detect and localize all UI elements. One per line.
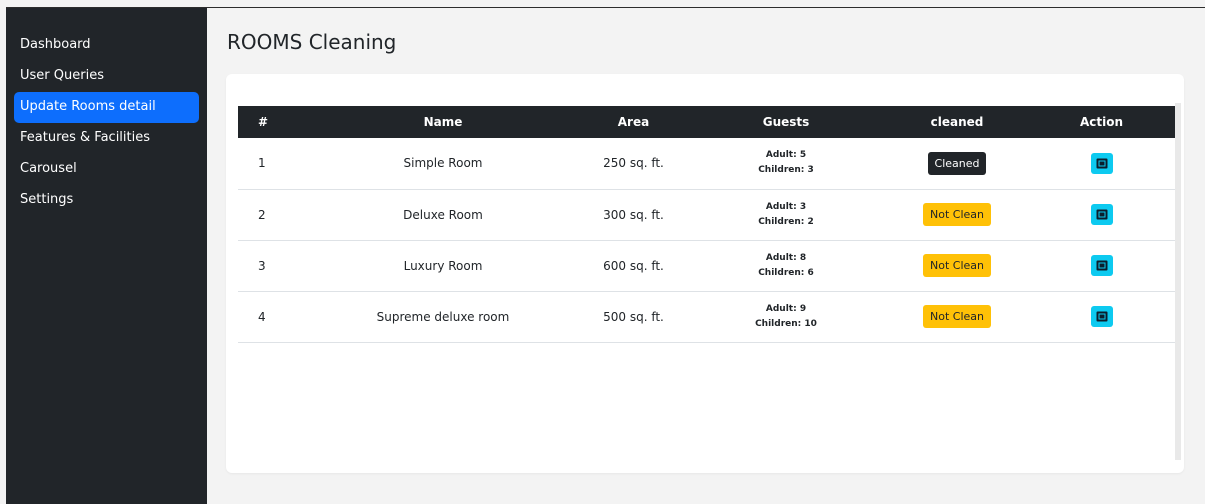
col-header-cleaned: cleaned [930, 115, 984, 129]
table-header-row: # Name Area Guests cleaned Action [238, 106, 1176, 138]
room-name: Luxury Room [403, 258, 483, 273]
room-cleaned-cell: Not Clean [887, 189, 1027, 240]
sidebar-item-dashboard[interactable]: Dashboard [14, 30, 199, 61]
sidebar-item-user-queries[interactable]: User Queries [14, 61, 199, 92]
room-area: 600 sq. ft. [603, 258, 664, 273]
room-cleaned-cell: Not Clean [887, 291, 1027, 342]
room-area: 500 sq. ft. [603, 309, 664, 324]
sidebar-item-settings[interactable]: Settings [14, 185, 199, 216]
sidebar-item-update-rooms-detail[interactable]: Update Rooms detail [14, 92, 199, 123]
table-row: 4 Supreme deluxe room 500 sq. ft. Adult:… [238, 291, 1176, 342]
row-number: 4 [258, 309, 266, 324]
edit-icon [1096, 158, 1107, 169]
row-number: 2 [258, 207, 266, 222]
room-guests: Adult: 8 Children: 6 [685, 240, 887, 291]
guests-adult: Adult: 3 [765, 201, 807, 212]
status-badge[interactable]: Not Clean [923, 305, 991, 328]
room-cleaned-cell: Cleaned [887, 138, 1027, 189]
guests-adult: Adult: 9 [765, 303, 807, 314]
room-name: Simple Room [403, 156, 483, 171]
main-content: ROOMS Cleaning # Name Area Guests cleane… [207, 8, 1205, 504]
page-title: ROOMS Cleaning [227, 30, 397, 54]
room-name: Deluxe Room [403, 207, 483, 222]
col-header-guests: Guests [762, 115, 810, 129]
room-area: 250 sq. ft. [603, 156, 664, 171]
col-header-area: Area [617, 115, 650, 129]
guests-adult: Adult: 5 [765, 150, 807, 161]
room-name: Supreme deluxe room [376, 309, 510, 324]
sidebar: Dashboard User Queries Update Rooms deta… [6, 8, 207, 504]
edit-button[interactable] [1090, 306, 1113, 327]
col-header-name: Name [423, 115, 463, 129]
edit-button[interactable] [1090, 255, 1113, 276]
sidebar-item-features-facilities[interactable]: Features & Facilities [14, 123, 199, 154]
guests-children: Children: 6 [758, 267, 814, 278]
guests-children: Children: 10 [755, 318, 817, 329]
room-action-cell [1027, 291, 1176, 342]
guests-children: Children: 3 [758, 165, 814, 176]
rooms-table: # Name Area Guests cleaned Action 1 Simp… [238, 106, 1176, 343]
table-scrollbar[interactable] [1175, 103, 1181, 460]
edit-icon [1096, 209, 1107, 220]
status-badge[interactable]: Not Clean [923, 254, 991, 277]
room-guests: Adult: 3 Children: 2 [685, 189, 887, 240]
room-action-cell [1027, 240, 1176, 291]
room-action-cell [1027, 189, 1176, 240]
room-cleaned-cell: Not Clean [887, 240, 1027, 291]
guests-children: Children: 2 [758, 216, 814, 227]
edit-icon [1096, 311, 1107, 322]
table-row: 3 Luxury Room 600 sq. ft. Adult: 8 Child… [238, 240, 1176, 291]
sidebar-item-carousel[interactable]: Carousel [14, 154, 199, 185]
rooms-card: # Name Area Guests cleaned Action 1 Simp… [226, 74, 1184, 473]
status-badge[interactable]: Not Clean [923, 203, 991, 226]
col-header-action: Action [1079, 115, 1124, 129]
status-badge[interactable]: Cleaned [927, 151, 987, 175]
edit-icon [1096, 260, 1107, 271]
room-action-cell [1027, 138, 1176, 189]
table-row: 1 Simple Room 250 sq. ft. Adult: 5 Child… [238, 138, 1176, 189]
room-guests: Adult: 9 Children: 10 [685, 291, 887, 342]
row-number: 3 [258, 258, 266, 273]
guests-adult: Adult: 8 [765, 252, 807, 263]
room-guests: Adult: 5 Children: 3 [685, 138, 887, 189]
top-border [0, 0, 1205, 8]
table-row: 2 Deluxe Room 300 sq. ft. Adult: 3 Child… [238, 189, 1176, 240]
edit-button[interactable] [1090, 152, 1113, 174]
row-number: 1 [258, 156, 266, 171]
col-header-number: # [258, 115, 269, 129]
room-area: 300 sq. ft. [603, 207, 664, 222]
edit-button[interactable] [1090, 204, 1113, 225]
